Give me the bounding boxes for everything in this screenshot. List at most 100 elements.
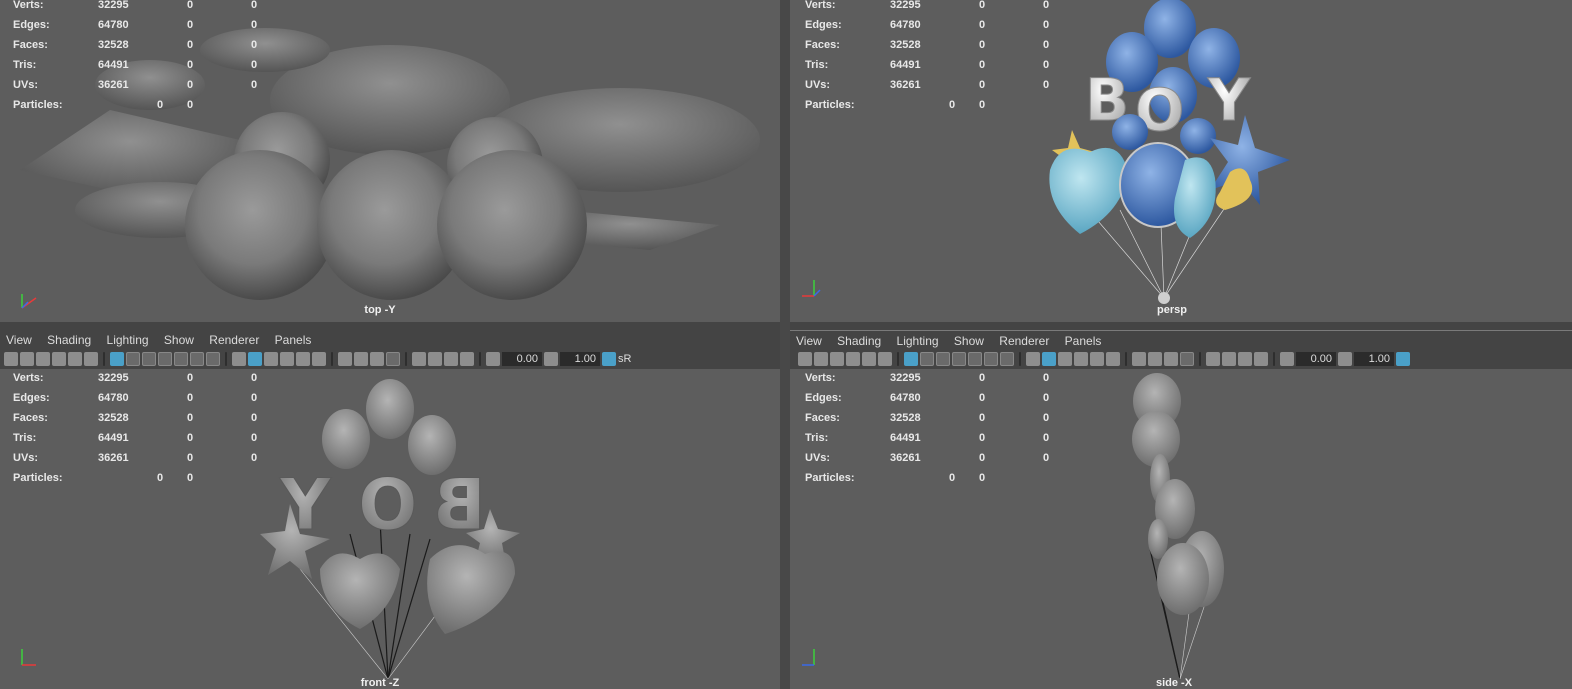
menu-renderer[interactable]: Renderer	[203, 330, 265, 350]
grid-icon[interactable]	[904, 352, 918, 366]
xray-active-icon[interactable]	[444, 352, 458, 366]
menu-panels[interactable]: Panels	[269, 330, 318, 350]
separator	[897, 352, 899, 366]
isolate-icon[interactable]	[1206, 352, 1220, 366]
stat-value: 0	[979, 79, 986, 91]
2d-pan-icon[interactable]	[68, 352, 82, 366]
xray-icon[interactable]	[1222, 352, 1236, 366]
exposure-field[interactable]: 0.00	[502, 352, 542, 366]
wireframe-on-shaded-icon[interactable]	[264, 352, 278, 366]
gate-mask-icon[interactable]	[158, 352, 172, 366]
menu-shading[interactable]: Shading	[831, 331, 887, 351]
stat-value: 0	[251, 19, 258, 31]
menu-shading[interactable]: Shading	[41, 330, 97, 350]
stat-label: Faces:	[13, 39, 48, 51]
isolate-icon[interactable]	[412, 352, 426, 366]
textured-icon[interactable]	[280, 352, 294, 366]
wireframe-icon[interactable]	[232, 352, 246, 366]
shaded-icon[interactable]	[1042, 352, 1056, 366]
gamma-icon[interactable]	[1338, 352, 1352, 366]
viewport-front[interactable]: Y O B Verts: 32295 0 0 Edges: 64780 0 0 Faces:…	[0, 369, 780, 689]
depth-of-field-icon[interactable]	[1180, 352, 1194, 366]
wireframe-on-shaded-icon[interactable]	[1058, 352, 1072, 366]
film-gate-icon[interactable]	[920, 352, 934, 366]
image-plane-icon[interactable]	[52, 352, 66, 366]
antialiasing-icon[interactable]	[1164, 352, 1178, 366]
colorspace-label[interactable]: sR	[618, 353, 631, 365]
shadows-icon[interactable]	[1106, 352, 1120, 366]
grease-pencil-icon[interactable]	[84, 352, 98, 366]
bookmark-icon[interactable]	[36, 352, 50, 366]
menu-view[interactable]: View	[0, 330, 38, 350]
field-chart-icon[interactable]	[968, 352, 982, 366]
image-plane-icon[interactable]	[846, 352, 860, 366]
resolution-gate-icon[interactable]	[142, 352, 156, 366]
ambient-occlusion-icon[interactable]	[338, 352, 352, 366]
color-management-icon[interactable]	[1396, 352, 1410, 366]
safe-title-icon[interactable]	[206, 352, 220, 366]
stat-label: Verts:	[13, 372, 44, 384]
menu-show[interactable]: Show	[948, 331, 990, 351]
light-icon[interactable]	[1090, 352, 1104, 366]
camera-attributes-icon[interactable]	[814, 352, 828, 366]
stat-row-tris: Tris: 64491 0 0	[805, 428, 1065, 448]
xray-active-icon[interactable]	[1238, 352, 1252, 366]
motion-blur-icon[interactable]	[1148, 352, 1162, 366]
motion-blur-icon[interactable]	[354, 352, 368, 366]
depth-of-field-icon[interactable]	[386, 352, 400, 366]
menu-panels[interactable]: Panels	[1059, 331, 1108, 351]
xray-icon[interactable]	[428, 352, 442, 366]
safe-title-icon[interactable]	[1000, 352, 1014, 366]
grid-icon[interactable]	[110, 352, 124, 366]
exposure-icon[interactable]	[486, 352, 500, 366]
gate-mask-icon[interactable]	[952, 352, 966, 366]
gamma-field[interactable]: 1.00	[1354, 352, 1394, 366]
textured-icon[interactable]	[1074, 352, 1088, 366]
stat-row-faces: Faces: 32528 0 0	[13, 35, 273, 55]
color-management-icon[interactable]	[602, 352, 616, 366]
camera-icon[interactable]	[4, 352, 18, 366]
axis-gizmo-icon	[802, 649, 815, 666]
stat-value: 0	[979, 372, 986, 384]
stat-row-uvs: UVs: 36261 0 0	[13, 448, 273, 468]
grease-pencil-icon[interactable]	[878, 352, 892, 366]
exposure-icon[interactable]	[1280, 352, 1294, 366]
menu-lighting[interactable]: Lighting	[891, 331, 945, 351]
camera-icon[interactable]	[798, 352, 812, 366]
gamma-icon[interactable]	[544, 352, 558, 366]
menu-show[interactable]: Show	[158, 330, 200, 350]
safe-action-icon[interactable]	[984, 352, 998, 366]
safe-action-icon[interactable]	[190, 352, 204, 366]
wireframe-icon[interactable]	[1026, 352, 1040, 366]
xray-joints-icon[interactable]	[460, 352, 474, 366]
stat-value: 32295	[890, 372, 921, 384]
gamma-field[interactable]: 1.00	[560, 352, 600, 366]
stat-value: 0	[251, 59, 258, 71]
viewport-persp[interactable]: B O Y Verts: 32295 0 0 Edges: 64780 0 0 Faces:…	[790, 0, 1572, 322]
xray-joints-icon[interactable]	[1254, 352, 1268, 366]
menu-renderer[interactable]: Renderer	[993, 331, 1055, 351]
shadows-icon[interactable]	[312, 352, 326, 366]
stat-label: Particles:	[13, 99, 63, 111]
stat-value: 0	[979, 452, 986, 464]
ambient-occlusion-icon[interactable]	[1132, 352, 1146, 366]
resolution-gate-icon[interactable]	[936, 352, 950, 366]
viewport-side[interactable]: Verts: 32295 0 0 Edges: 64780 0 0 Faces: 32528 0…	[790, 369, 1572, 689]
stat-value: 64780	[98, 19, 129, 31]
stat-value: 64780	[890, 19, 921, 31]
shaded-icon[interactable]	[248, 352, 262, 366]
stat-label: Faces:	[13, 412, 48, 424]
2d-pan-icon[interactable]	[862, 352, 876, 366]
vertical-divider[interactable]	[780, 0, 790, 689]
antialiasing-icon[interactable]	[370, 352, 384, 366]
stat-row-faces: Faces: 32528 0 0	[805, 35, 1065, 55]
light-icon[interactable]	[296, 352, 310, 366]
viewport-top[interactable]: Verts: 32295 0 0 Edges: 64780 0 0 Faces: 32528 0…	[0, 0, 780, 322]
camera-attributes-icon[interactable]	[20, 352, 34, 366]
menu-view[interactable]: View	[790, 331, 828, 351]
field-chart-icon[interactable]	[174, 352, 188, 366]
bookmark-icon[interactable]	[830, 352, 844, 366]
exposure-field[interactable]: 0.00	[1296, 352, 1336, 366]
film-gate-icon[interactable]	[126, 352, 140, 366]
menu-lighting[interactable]: Lighting	[101, 330, 155, 350]
